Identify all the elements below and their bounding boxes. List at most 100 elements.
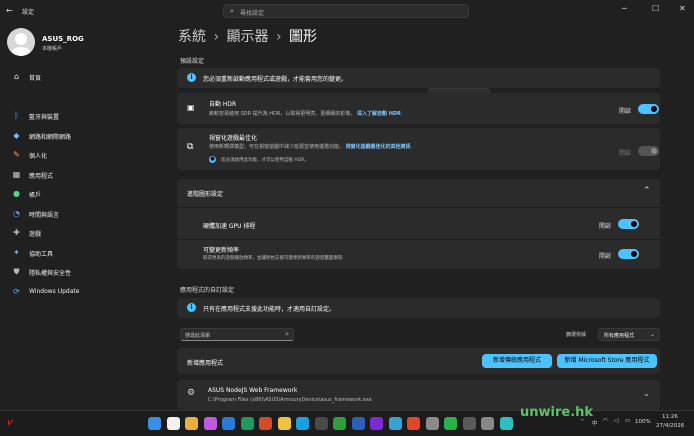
- battery-icon[interactable]: ▭: [625, 418, 630, 424]
- sidebar-item-4[interactable]: ✎ 個人化: [5, 146, 143, 163]
- sidebar-item-6[interactable]: ● 帳戶: [5, 185, 143, 202]
- taskbar-app-icon[interactable]: [407, 417, 420, 430]
- taskbar-app-icon[interactable]: [203, 417, 217, 430]
- app-item-name: ASUS NodeJS Web Framework: [208, 387, 298, 394]
- bluetooth-icon: ᛒ: [14, 111, 19, 120]
- taskbar-app-icon[interactable]: [240, 417, 254, 430]
- app-title: 設定: [22, 9, 35, 16]
- sidebar-item-10[interactable]: ⛊ 隱私權與安全性: [5, 263, 143, 280]
- restart-notice-card: i 您必須重新啟動應用程式或遊戲，才能套用您的變更。: [177, 68, 660, 88]
- chevron-up-icon[interactable]: ⌃: [643, 186, 651, 196]
- breadcrumb-separator: ›: [213, 29, 220, 45]
- taskbar-app-icon[interactable]: [370, 417, 383, 430]
- filter-value: 所有應用程式: [604, 333, 635, 339]
- auto-hdr-desc: 將較容易啟用 SDR 提升為 HDR，以取得更明亮、更細緻的影像。 深入了解自動…: [209, 110, 401, 117]
- vrr-toggle[interactable]: [618, 249, 639, 259]
- sidebar-item-label: 隱私權與安全性: [29, 270, 72, 277]
- gpu-scheduling-toggle[interactable]: [618, 219, 639, 229]
- minimize-button[interactable]: ─: [622, 4, 627, 13]
- watermark: unwire.hk: [520, 405, 594, 420]
- optimization-status: 開啟: [619, 150, 632, 157]
- sidebar-item-label: 應用程式: [29, 172, 54, 180]
- list-search-input[interactable]: 搜尋此清單 ⌕: [180, 328, 294, 341]
- optimization-toggle[interactable]: [638, 146, 659, 156]
- chevron-down-icon[interactable]: ⌄: [643, 389, 650, 398]
- sidebar-item-0[interactable]: ⌂ 首頁: [5, 68, 143, 85]
- sidebar-item-label: 網路和網際網路: [29, 133, 72, 141]
- taskbar-app-icon[interactable]: [462, 417, 476, 430]
- taskbar-app-icon[interactable]: [277, 417, 291, 430]
- chevron-up-icon[interactable]: ⌃: [580, 419, 585, 425]
- optimization-title: 視窗化遊戲最佳化: [209, 135, 258, 142]
- add-app-label: 新增應用程式: [187, 360, 224, 367]
- divider: [177, 239, 660, 240]
- default-section-title: 預設設定: [180, 58, 205, 65]
- sidebar-item-label: 首頁: [29, 75, 42, 82]
- auto-hdr-title: 自動 HDR: [209, 101, 237, 108]
- list-search-placeholder: 搜尋此清單: [185, 333, 211, 339]
- windowed-optimization-card: ⧉ 視窗化遊戲最佳化 使用新轉譯模型，可在視窗遊戲中減少延遲並使用進階功能。 視…: [177, 128, 660, 170]
- profile-subtitle: 本機帳戶: [42, 46, 63, 52]
- chevron-down-icon: ⌄: [649, 331, 655, 338]
- speaker-icon[interactable]: ◁: [614, 418, 618, 424]
- taskbar-app-icon[interactable]: [314, 417, 328, 430]
- user-profile[interactable]: ASUS_ROG 本機帳戶: [7, 28, 143, 58]
- breadcrumb: 系統 › 顯示器 › 圖形: [178, 26, 317, 46]
- taskbar-app-icon[interactable]: [388, 417, 402, 430]
- back-arrow-icon[interactable]: ←: [6, 6, 16, 16]
- maximize-button[interactable]: ☐: [652, 4, 659, 13]
- add-desktop-app-button[interactable]: 新增傳統應用程式: [482, 354, 552, 368]
- filter-label: 篩選依據: [566, 332, 587, 338]
- rog-logo-icon[interactable]: ⩗: [8, 417, 14, 428]
- sidebar-item-11[interactable]: ⟳ Windows Update: [5, 283, 143, 300]
- sidebar-item-8[interactable]: ✚ 遊戲: [5, 224, 143, 241]
- advanced-graphics-header[interactable]: 進階圖形設定: [187, 189, 223, 198]
- taskbar-app-icon[interactable]: [222, 417, 235, 430]
- battery-percent: 100%: [635, 419, 651, 425]
- sidebar-item-7[interactable]: ◔ 時間與語言: [5, 205, 143, 222]
- taskbar-app-icon[interactable]: [259, 417, 272, 430]
- wifi-icon[interactable]: ◠: [603, 418, 608, 424]
- clock-date[interactable]: 27/4/2026: [656, 423, 684, 429]
- add-app-card: 新增應用程式 新增傳統應用程式 新增 Microsoft Store 應用程式: [177, 348, 660, 374]
- settings-search-box[interactable]: ⌕ 尋找設定: [223, 4, 469, 18]
- breadcrumb-system[interactable]: 系統: [178, 29, 206, 45]
- auto-hdr-learn-link[interactable]: 深入了解自動 HDR: [357, 111, 401, 117]
- main-content: 系統 › 顯示器 › 圖形 預設設定 i 您必須重新啟動應用程式或遊戲，才能套用…: [170, 22, 670, 410]
- taskbar-app-icon[interactable]: [425, 417, 439, 430]
- auto-hdr-card: ▣ 自動 HDR 將較容易啟用 SDR 提升為 HDR，以取得更明亮、更細緻的影…: [177, 93, 660, 124]
- apps-icon: ▦: [12, 169, 21, 179]
- taskbar-app-icon[interactable]: [148, 417, 161, 430]
- sidebar: ASUS_ROG 本機帳戶 ⌂首頁▭系統ᛒ藍牙與裝置◆網路和網際網路✎個人化▦應…: [0, 22, 490, 410]
- taskbar-app-icon[interactable]: [296, 417, 309, 430]
- sidebar-item-label: 帳戶: [29, 192, 42, 199]
- taskbar-app-icon[interactable]: [166, 417, 180, 430]
- search-icon: ⌕: [285, 330, 289, 338]
- close-button[interactable]: ✕: [679, 4, 686, 13]
- breadcrumb-display[interactable]: 顯示器: [227, 29, 269, 45]
- taskbar-app-icon[interactable]: [351, 417, 365, 430]
- sidebar-item-3[interactable]: ◆ 網路和網際網路: [5, 127, 143, 144]
- network-icon: ◆: [13, 130, 20, 140]
- custom-notice-text: 只有在應用程式支援此功能時，才適用自訂設定。: [203, 306, 336, 313]
- optimization-desc: 使用新轉譯模型，可在視窗遊戲中減少延遲並使用進階功能。 視窗化遊戲最佳化的其他資…: [209, 143, 411, 150]
- optimization-more-link[interactable]: 視窗化遊戲最佳化的其他資訊: [346, 144, 411, 150]
- profile-name: ASUS_ROG: [42, 35, 84, 43]
- input-language[interactable]: 中: [592, 419, 598, 427]
- sidebar-item-2[interactable]: ᛒ 藍牙與裝置: [5, 107, 143, 124]
- taskbar-app-icon[interactable]: [444, 417, 457, 430]
- sidebar-item-5[interactable]: ▦ 應用程式: [5, 166, 143, 183]
- sidebar-item-9[interactable]: ✦ 協助工具: [5, 244, 143, 261]
- taskbar-app-icon[interactable]: [185, 417, 198, 430]
- taskbar-app-icon[interactable]: [333, 417, 346, 430]
- add-store-app-button[interactable]: 新增 Microsoft Store 應用程式: [557, 354, 657, 368]
- filter-dropdown[interactable]: 所有應用程式 ⌄: [598, 328, 660, 341]
- taskbar-app-icon[interactable]: [499, 417, 513, 430]
- sidebar-item-label: 時間與語言: [29, 211, 60, 219]
- auto-hdr-toggle[interactable]: [638, 104, 659, 114]
- accessibility-icon: ✦: [13, 247, 20, 257]
- clock-time[interactable]: 11:26: [662, 414, 678, 420]
- auto-hdr-desc-text: 將較容易啟用 SDR 提升為 HDR，以取得更明亮、更細緻的影像。: [209, 111, 356, 117]
- gamepad-icon: ✚: [13, 228, 20, 237]
- taskbar-app-icon[interactable]: [481, 417, 494, 430]
